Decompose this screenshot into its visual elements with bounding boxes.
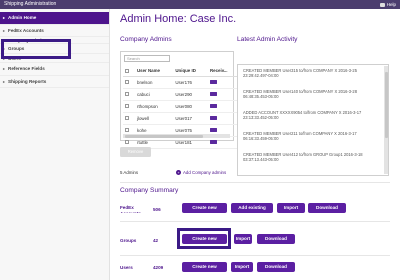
- table-row[interactable]: cabuci User290: [123, 88, 238, 101]
- add-admins-label: Add Company admins: [183, 170, 227, 175]
- help-icon: [379, 2, 385, 7]
- sidebar-item-shipping-reports[interactable]: ▸ Shipping Reports: [0, 76, 109, 88]
- sidebar-item-label: Shipping Reports: [8, 78, 47, 84]
- row-checkbox[interactable]: [125, 116, 129, 121]
- sidebar-item-label: FedEx Accounts: [8, 27, 44, 33]
- scrollbar-thumb[interactable]: [125, 134, 203, 138]
- page-title: Admin Home: Case Inc.: [120, 13, 237, 25]
- cell-unique-id: User176: [173, 76, 208, 89]
- row-checkbox[interactable]: [125, 128, 129, 133]
- row-checkbox[interactable]: [125, 140, 129, 145]
- remove-button[interactable]: Remove: [120, 147, 151, 157]
- groups-highlight-box: [1, 39, 71, 59]
- latest-activity-heading: Latest Admin Activity: [237, 36, 298, 43]
- add-company-admins-link[interactable]: + Add Company admins: [176, 170, 226, 175]
- bullet-icon: ▸: [3, 66, 6, 72]
- bullet-icon: ▸: [3, 27, 6, 33]
- admins-count: 5 Admins: [120, 170, 139, 175]
- search-input[interactable]: Search: [124, 55, 170, 62]
- cell-username: rthompson: [135, 100, 174, 113]
- row-checkbox[interactable]: [125, 80, 129, 85]
- sidebar-item-reference-fields[interactable]: ▸ Reference Fields: [0, 63, 109, 76]
- column-header-receive[interactable]: Receiv...: [207, 66, 238, 77]
- mail-icon[interactable]: [209, 128, 217, 133]
- cell-unique-id: User017: [173, 112, 208, 125]
- sidebar-item-label: Reference Fields: [8, 66, 45, 72]
- summary-count-groups: 42: [153, 238, 159, 243]
- groups-import-button[interactable]: Import: [234, 234, 252, 244]
- activity-entry: CREATED MEMBER User140 to/from COMPANY X…: [243, 89, 357, 100]
- divider: [120, 255, 390, 256]
- activity-entry: CREATED MEMBER User315 to/from COMPANY X…: [243, 68, 357, 79]
- help-label: Help: [386, 2, 396, 7]
- summary-label-users: Users: [120, 265, 133, 270]
- column-header-unique-id[interactable]: Unique ID: [173, 66, 208, 77]
- table-header-row: User Name Unique ID Receiv...: [123, 66, 238, 77]
- column-header-username[interactable]: User Name: [135, 66, 174, 77]
- scrollbar-thumb[interactable]: [384, 72, 388, 138]
- activity-entry: ADDED ACCOUNT XXXXX9054 to/from COMPANY …: [243, 110, 362, 121]
- mail-icon[interactable]: [209, 140, 217, 145]
- cell-unique-id: User290: [173, 88, 208, 101]
- summary-label-groups: Groups: [120, 238, 137, 243]
- table-row[interactable]: rthompson User080: [123, 100, 238, 113]
- mail-icon[interactable]: [209, 104, 217, 109]
- divider: [120, 221, 390, 222]
- select-all-checkbox[interactable]: [125, 69, 129, 74]
- summary-count-users: 4209: [153, 265, 164, 270]
- plus-icon: +: [176, 170, 181, 175]
- main-content: Admin Home: Case Inc. Company Admins Lat…: [111, 9, 400, 280]
- mail-icon[interactable]: [209, 80, 217, 85]
- fedex-accounts-download-button[interactable]: Download: [308, 203, 346, 213]
- admins-panel: Search User Name Unique ID Receiv... bne…: [120, 51, 238, 149]
- summary-count-fedex-accounts: 506: [153, 207, 161, 212]
- company-summary-heading: Company Summary: [120, 187, 179, 194]
- divider: [120, 182, 390, 183]
- sidebar-item-admin-home[interactable]: ▸ Admin Home: [0, 12, 109, 25]
- bullet-icon: ▸: [3, 15, 6, 21]
- activity-entry: CREATED MEMBER User211 to/from COMPANY X…: [243, 131, 357, 142]
- app-title: Shipping Administration: [4, 1, 57, 7]
- users-create-new-button[interactable]: Create new: [182, 262, 227, 272]
- row-checkbox[interactable]: [125, 104, 129, 109]
- fedex-accounts-add-existing-button[interactable]: Add existing: [231, 203, 273, 213]
- users-download-button[interactable]: Download: [257, 262, 295, 272]
- horizontal-scrollbar[interactable]: [123, 134, 230, 138]
- table-row[interactable]: jlowell User017: [123, 112, 238, 125]
- activity-entry: CREATED MEMBER User412 to/from GROUP Gro…: [243, 152, 363, 163]
- table-row[interactable]: bnelson User176: [123, 76, 238, 89]
- summary-label-fedex-accounts: FedEx Accounts: [120, 205, 141, 213]
- users-import-button[interactable]: Import: [231, 262, 253, 272]
- row-checkbox[interactable]: [125, 92, 129, 97]
- help-link[interactable]: Help: [379, 0, 396, 9]
- sidebar-item-fedex-accounts[interactable]: ▸ FedEx Accounts: [0, 25, 109, 37]
- cell-username: bnelson: [135, 76, 174, 89]
- cell-username: cabuci: [135, 88, 174, 101]
- create-new-highlight-box: [177, 228, 231, 249]
- cell-username: jlowell: [135, 112, 174, 125]
- cell-unique-id: User080: [173, 100, 208, 113]
- top-bar: Shipping Administration Help: [0, 0, 400, 9]
- activity-panel: CREATED MEMBER User315 to/from COMPANY X…: [237, 64, 389, 176]
- bullet-icon: ▸: [3, 78, 6, 84]
- groups-download-button[interactable]: Download: [257, 234, 295, 244]
- vertical-scrollbar[interactable]: [384, 66, 388, 174]
- mail-icon[interactable]: [209, 116, 217, 121]
- fedex-accounts-import-button[interactable]: Import: [277, 203, 305, 213]
- fedex-accounts-create-new-button[interactable]: Create new: [182, 203, 227, 213]
- mail-icon[interactable]: [209, 92, 217, 97]
- sidebar-item-label: Admin Home: [8, 15, 37, 21]
- company-admins-heading: Company Admins: [120, 36, 172, 43]
